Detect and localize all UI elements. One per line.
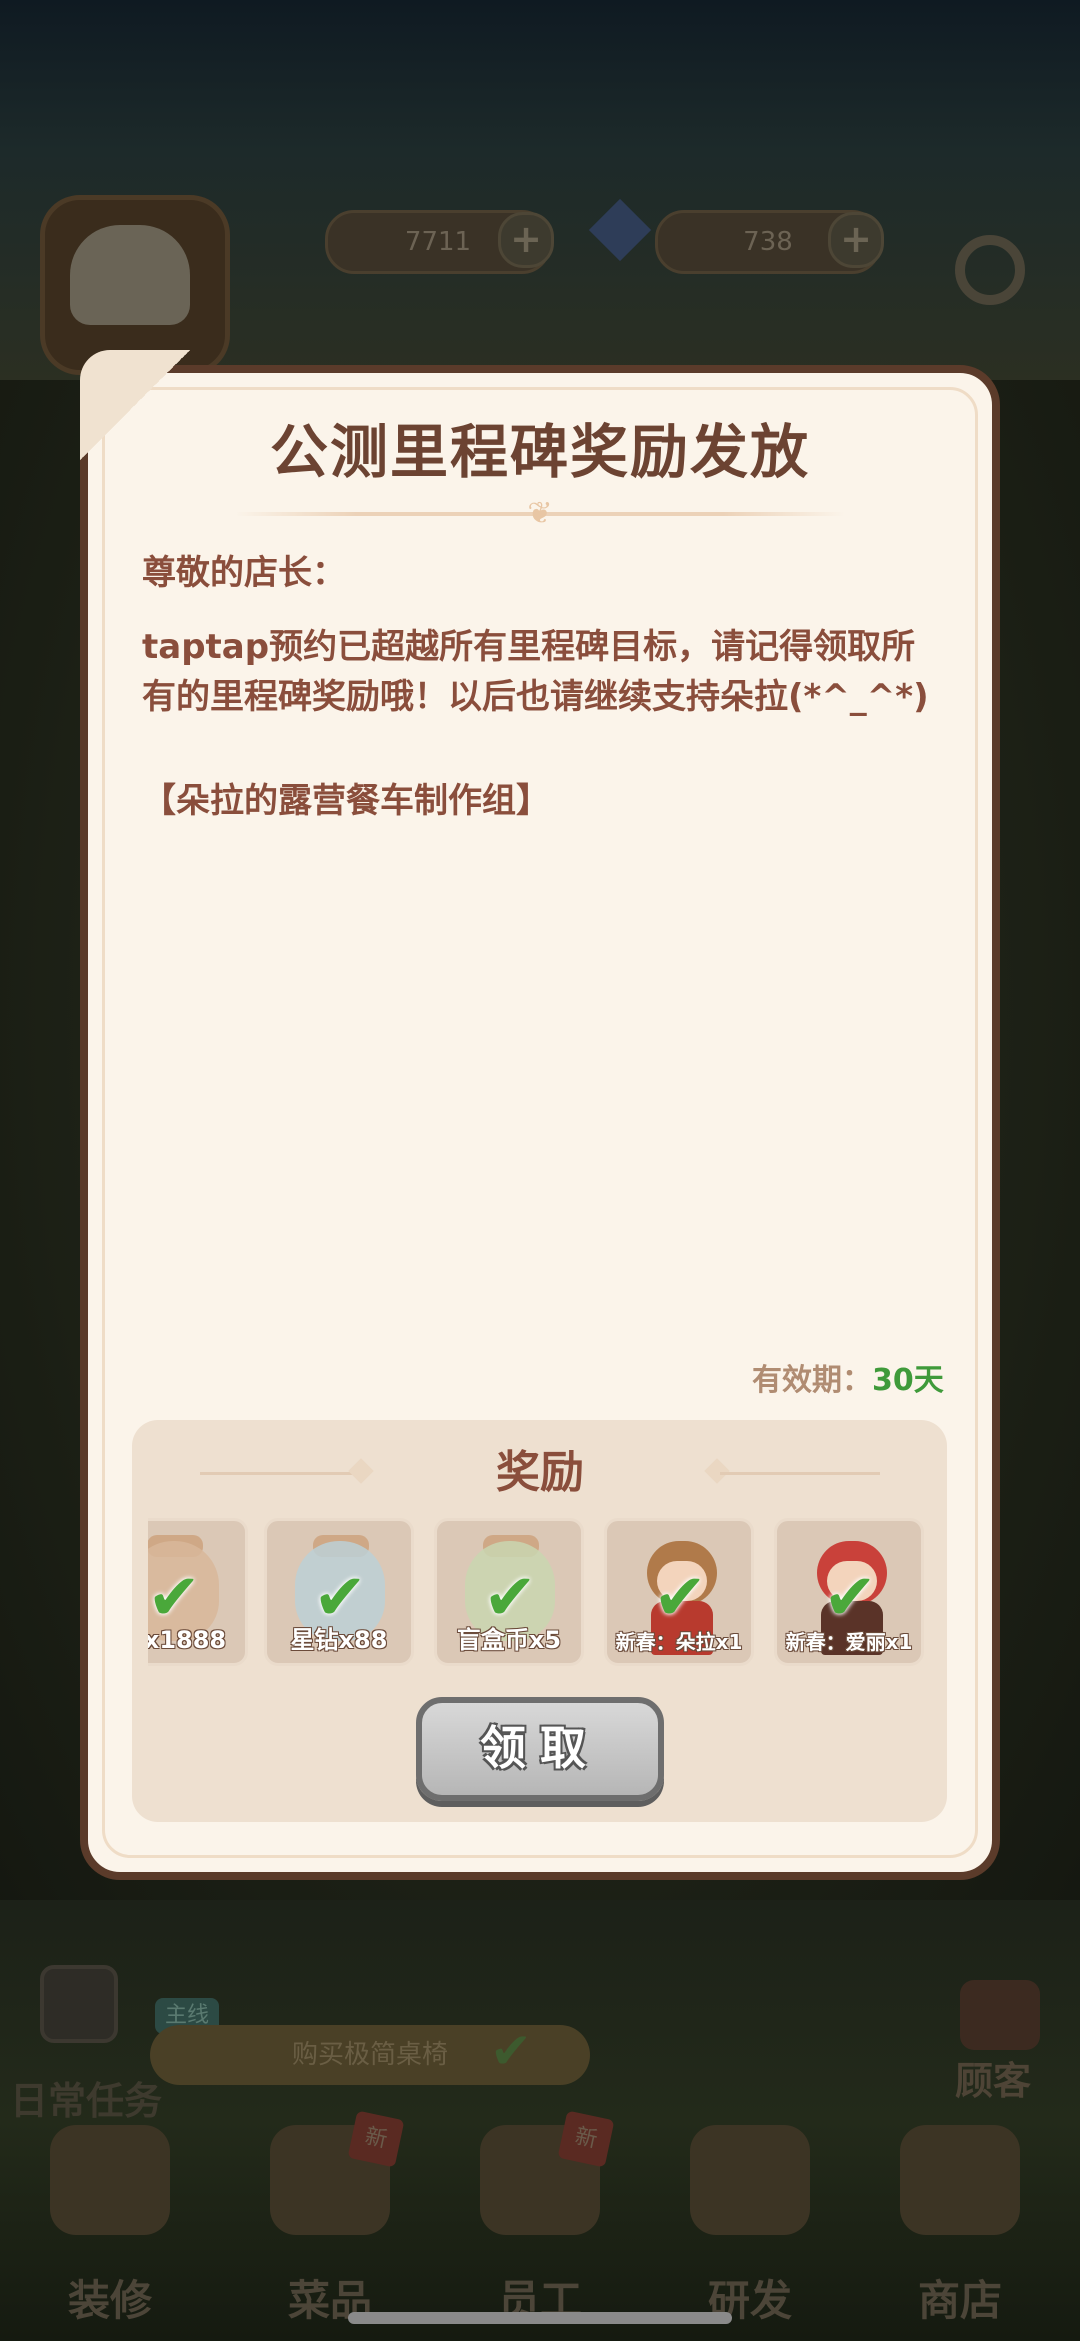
reward-label: 新春：朵拉x1 (615, 1630, 743, 1654)
reward-item-ally[interactable]: ✔ 新春：爱丽x1 (774, 1518, 924, 1666)
chef-hat-icon (70, 225, 190, 325)
reward-item-dora[interactable]: ✔ 新春：朵拉x1 (604, 1518, 754, 1666)
customer-icon[interactable] (960, 1980, 1040, 2050)
mail-greeting: 尊敬的店长： (142, 553, 346, 593)
check-icon: ✔ (823, 1561, 877, 1635)
nav-label-decorate: 装修 (67, 2276, 152, 2325)
reward-list[interactable]: ✔ 币x1888 ✔ 星钻x88 ✔ 盲盒币x5 ✔ 新春：朵拉x1 ✔ 新春：… (148, 1518, 930, 1670)
settings-gear-icon[interactable] (955, 235, 1025, 305)
reward-divider-right (720, 1472, 880, 1475)
ornament-icon: ❦ (527, 496, 553, 531)
check-icon: ✔ (653, 1561, 707, 1635)
new-badge: 新 (557, 2110, 615, 2168)
nav-decorate[interactable]: 装修 (30, 2125, 190, 2325)
reward-label: 新春：爱丽x1 (785, 1630, 913, 1654)
shop-icon (900, 2125, 1020, 2235)
research-icon (690, 2125, 810, 2235)
reward-label: 星钻x88 (290, 1626, 388, 1654)
dialog-title: 公测里程碑奖励发放 (269, 418, 810, 486)
customers-label[interactable]: 顾客 (955, 2050, 1031, 2105)
daily-tasks-label[interactable]: 日常任务 (10, 2070, 162, 2125)
add-diamonds-button[interactable]: + (828, 212, 884, 268)
validity-label: 有效期： (752, 1363, 872, 1398)
mail-signature: 【朵拉的露营餐车制作组】 (142, 781, 550, 821)
new-badge: 新 (347, 2110, 405, 2168)
reward-label: 盲盒币x5 (456, 1626, 562, 1654)
nav-dishes[interactable]: 新 菜品 (250, 2110, 410, 2325)
reward-item-diamonds[interactable]: ✔ 星钻x88 (264, 1518, 414, 1666)
decorate-icon (50, 2125, 170, 2235)
reward-item-blindbox-coins[interactable]: ✔ 盲盒币x5 (434, 1518, 584, 1666)
nav-research[interactable]: 研发 (670, 2125, 830, 2325)
nav-label-shop: 商店 (917, 2276, 1002, 2325)
lock-icon (40, 1965, 118, 2043)
validity-period: 有效期：30天 (752, 1355, 944, 1399)
nav-staff[interactable]: 新 员工 (460, 2110, 620, 2325)
validity-value: 30天 (872, 1363, 944, 1398)
reward-item-coins[interactable]: ✔ 币x1888 (148, 1518, 248, 1666)
add-coins-button[interactable]: + (498, 212, 554, 268)
reward-label: 币x1888 (148, 1626, 227, 1654)
claim-button[interactable]: 领取 (416, 1697, 664, 1801)
task-check-icon: ✔ (490, 2022, 532, 2080)
mail-message: taptap预约已超越所有里程碑目标，请记得领取所有的里程碑奖励哦！以后也请继续… (142, 627, 929, 717)
home-indicator[interactable] (348, 2312, 732, 2324)
rewards-title: 奖励 (496, 1447, 584, 1498)
nav-shop[interactable]: 商店 (880, 2125, 1040, 2325)
